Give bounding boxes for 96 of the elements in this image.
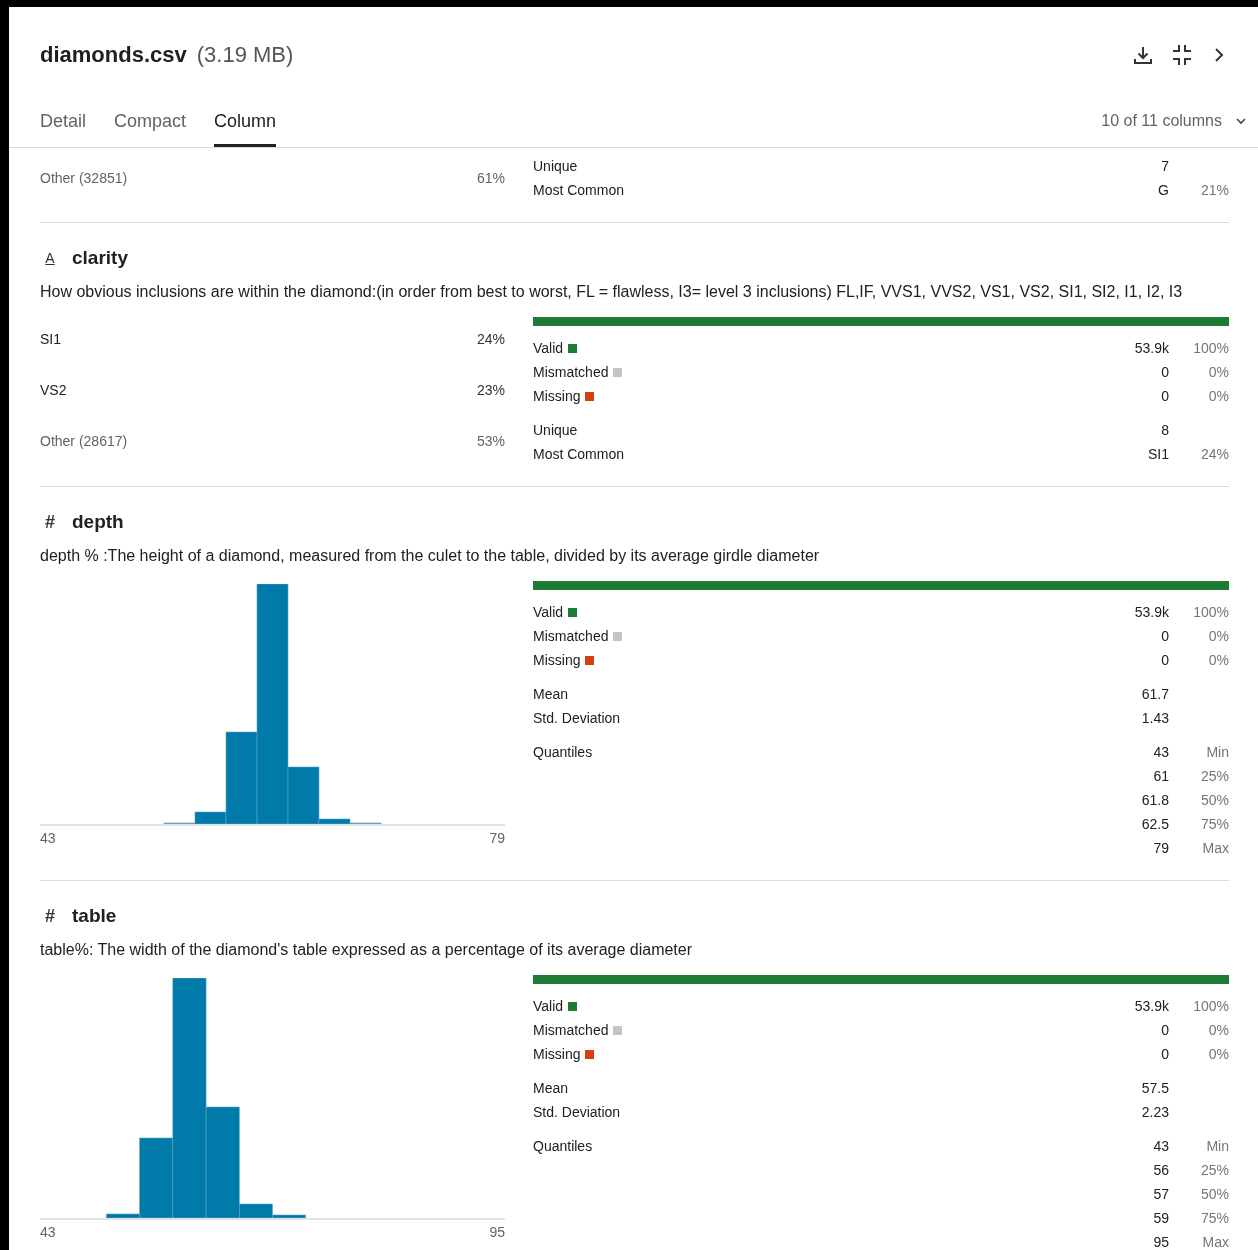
stat-percent: 0% bbox=[1207, 651, 1229, 670]
stat-value: 8 bbox=[1160, 421, 1169, 440]
quantile-value: 56 bbox=[1153, 1161, 1169, 1180]
quantile-value: 95 bbox=[1153, 1233, 1169, 1250]
download-icon[interactable] bbox=[1132, 44, 1154, 66]
stat-label: Missing bbox=[533, 648, 1135, 672]
value-label: Other (32851) bbox=[40, 170, 128, 186]
stat-value: 0 bbox=[1160, 651, 1169, 670]
numeric-type-icon: # bbox=[40, 511, 60, 533]
quantile-value: 79 bbox=[1152, 839, 1169, 858]
value-percent: 23% bbox=[476, 382, 505, 398]
stat-value: 61.7 bbox=[1141, 685, 1169, 704]
stat-label: Missing bbox=[533, 384, 1135, 408]
stat-label: Quantiles bbox=[533, 1137, 593, 1156]
stat-value: SI1 bbox=[1148, 445, 1169, 464]
value-percent: 24% bbox=[476, 331, 505, 348]
stat-percent: 24% bbox=[1199, 445, 1229, 464]
quantile-label: 50% bbox=[1199, 1185, 1229, 1204]
stat-percent: 100% bbox=[1192, 603, 1229, 622]
file-title: diamonds.csv bbox=[40, 42, 187, 67]
stat-label: Mismatched bbox=[533, 1018, 1135, 1042]
stat-percent: 0% bbox=[1207, 1021, 1229, 1040]
quantile-label: Min bbox=[1205, 743, 1229, 762]
stat-label: Unique bbox=[533, 157, 579, 176]
value-label: Other (28617) bbox=[40, 432, 128, 449]
stat-percent: 100% bbox=[1192, 997, 1229, 1016]
tab[interactable]: Compact bbox=[114, 111, 187, 147]
stat-label: Missing bbox=[533, 1042, 1135, 1066]
quantile-label: Min bbox=[1205, 1137, 1229, 1156]
quantile-value: 59 bbox=[1153, 1209, 1169, 1228]
stat-label: Mean bbox=[533, 685, 570, 704]
quantile-label: 25% bbox=[1199, 767, 1229, 786]
quantile-label: 75% bbox=[1199, 815, 1229, 834]
quantile-value: 43 bbox=[1153, 1137, 1169, 1156]
column-description: How obvious inclusions are within the diamond:(in order from best to worst, FL = flawless, I3= level 3 inclusions) FL,IF, VVS1, VVS2, VS1, VS2, SI1, SI2, I1, I2, I3 bbox=[40, 282, 1184, 302]
stat-label: Mismatched bbox=[533, 360, 1135, 384]
stat-value: 57.5 bbox=[1141, 1079, 1169, 1098]
stat-percent: 100% bbox=[1192, 339, 1229, 358]
quantile-value: 61.8 bbox=[1141, 791, 1169, 810]
stat-label: Mean bbox=[533, 1079, 570, 1098]
stat-value: 53.9k bbox=[1134, 997, 1169, 1016]
stat-label: Std. Deviation bbox=[533, 709, 622, 728]
stat-label: Valid bbox=[533, 336, 1135, 360]
stat-label: Std. Deviation bbox=[533, 1103, 622, 1122]
column-name: table bbox=[72, 905, 117, 927]
stat-percent: 0% bbox=[1207, 363, 1229, 382]
collapse-icon[interactable] bbox=[1170, 43, 1194, 67]
stat-value: 53.9k bbox=[1134, 603, 1169, 622]
stat-label: Most Common bbox=[533, 181, 626, 200]
text-type-icon: A bbox=[40, 250, 60, 266]
column-name: clarity bbox=[72, 247, 128, 269]
tab[interactable]: Column bbox=[214, 111, 277, 147]
column-description: table%: The width of the diamond's table expressed as a percentage of its average diameter bbox=[40, 940, 694, 960]
stat-value: 53.9k bbox=[1134, 339, 1169, 358]
stat-value: 7 bbox=[1160, 157, 1169, 176]
quantile-value: 43 bbox=[1152, 743, 1169, 762]
stat-value: 0 bbox=[1160, 627, 1169, 646]
file-size: (3.19 MB) bbox=[196, 42, 294, 67]
value-percent: 53% bbox=[476, 432, 505, 449]
quantile-value: 61 bbox=[1152, 767, 1169, 786]
stat-percent: 0% bbox=[1207, 627, 1229, 646]
stat-value: 0 bbox=[1160, 387, 1169, 406]
tab[interactable]: Detail bbox=[40, 111, 87, 147]
stat-percent: 0% bbox=[1207, 1045, 1229, 1064]
stat-value: 0 bbox=[1160, 363, 1169, 382]
quantile-label: Max bbox=[1201, 839, 1229, 858]
quantile-label: 75% bbox=[1199, 1209, 1229, 1228]
stat-label: Valid bbox=[533, 994, 1135, 1018]
quantile-value: 57 bbox=[1153, 1185, 1169, 1204]
stat-label: Valid bbox=[533, 600, 1135, 624]
quantile-label: 50% bbox=[1199, 791, 1229, 810]
value-label: VS2 bbox=[40, 382, 67, 398]
stat-percent: 0% bbox=[1207, 387, 1229, 406]
quantile-value: 62.5 bbox=[1141, 815, 1169, 834]
stat-percent: 21% bbox=[1199, 181, 1229, 200]
axis-max-label: 79 bbox=[489, 830, 505, 846]
axis-max-label: 95 bbox=[489, 1224, 505, 1240]
axis-min-label: 43 bbox=[40, 830, 56, 846]
stat-value: 0 bbox=[1160, 1045, 1169, 1064]
column-description: depth % :The height of a diamond, measured from the culet to the table, divided by its average girdle diameter bbox=[40, 546, 821, 566]
stat-value: G bbox=[1158, 181, 1169, 200]
quantile-label: Max bbox=[1201, 1233, 1229, 1250]
value-label: SI1 bbox=[40, 331, 61, 348]
quantile-label: 25% bbox=[1199, 1161, 1229, 1180]
stat-label: Quantiles bbox=[533, 743, 593, 762]
stat-label: Mismatched bbox=[533, 624, 1135, 648]
stat-value: 0 bbox=[1160, 1021, 1169, 1040]
stat-value: 1.43 bbox=[1141, 709, 1169, 728]
value-percent: 61% bbox=[476, 170, 505, 186]
stat-label: Most Common bbox=[533, 445, 626, 464]
column-name: depth bbox=[72, 511, 124, 533]
column-count-dropdown[interactable]: 10 of 11 columns bbox=[1101, 112, 1248, 147]
numeric-type-icon: # bbox=[40, 905, 60, 927]
stat-value: 2.23 bbox=[1141, 1103, 1169, 1122]
axis-min-label: 43 bbox=[40, 1224, 56, 1240]
stat-label: Unique bbox=[533, 421, 579, 440]
